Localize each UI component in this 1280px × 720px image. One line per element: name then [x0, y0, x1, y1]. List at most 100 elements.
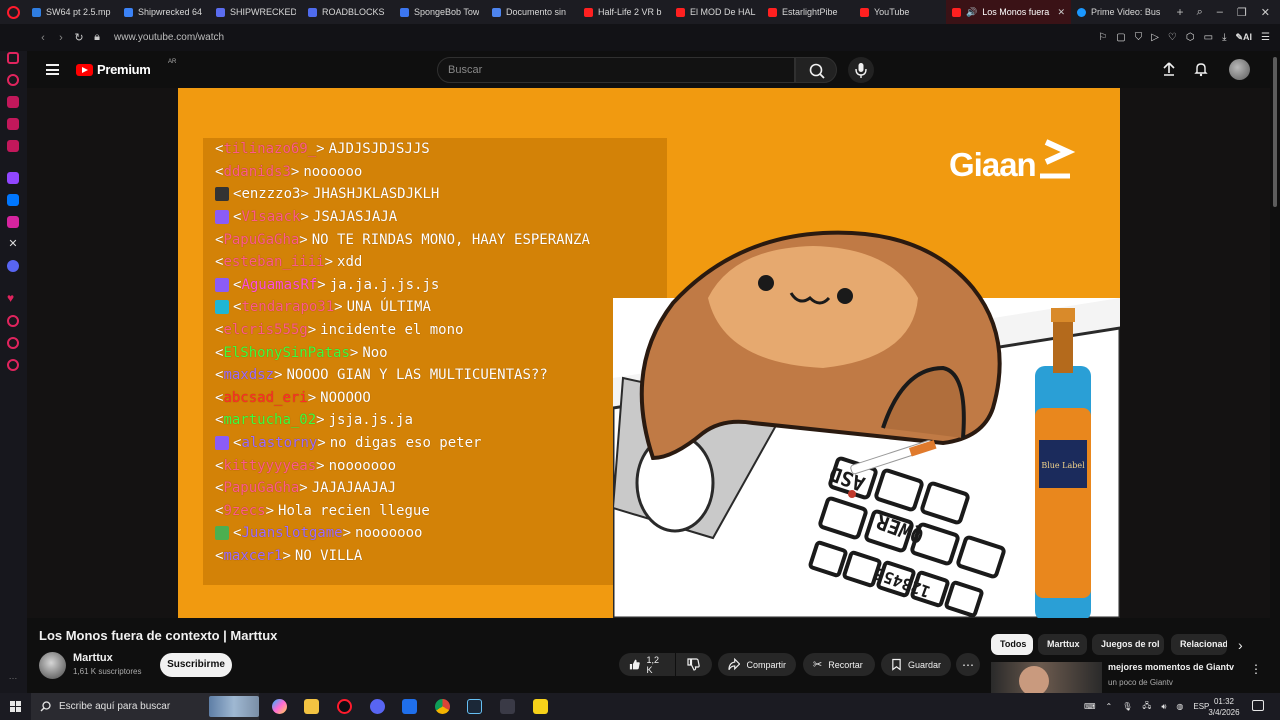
browser-tab[interactable]: Half-Life 2 VR b [578, 0, 670, 24]
sticky-notes-app-icon[interactable] [533, 699, 548, 714]
sidebar-video-icon[interactable] [7, 140, 19, 152]
clip-button[interactable]: ✂ Recortar [803, 653, 875, 676]
new-tab-button[interactable]: + [1171, 5, 1189, 19]
discord-icon[interactable] [7, 260, 19, 272]
guide-menu-icon[interactable] [46, 64, 59, 75]
browser-tab[interactable]: YouTube [854, 0, 946, 24]
account-avatar[interactable] [1229, 59, 1250, 80]
chat-text: NOOOOO [320, 389, 371, 406]
sidebar-messenger-icon[interactable] [7, 52, 19, 64]
like-button[interactable]: 1,2 K [619, 653, 675, 676]
media-app-icon[interactable] [402, 699, 417, 714]
keyboard-tray-icon[interactable]: ⌨ [1084, 702, 1096, 711]
calculator-app-icon[interactable] [500, 699, 515, 714]
subscribe-button[interactable]: Suscribirme [160, 653, 232, 677]
history-icon[interactable] [7, 315, 19, 327]
search-tabs-icon[interactable]: ⌕ [1197, 6, 1203, 19]
player-icon[interactable]: ▷ [1151, 32, 1159, 43]
close-tab-icon[interactable]: ✕ [1057, 7, 1065, 18]
discord-app-icon[interactable] [370, 699, 385, 714]
download-icon[interactable]: ⤓ [1222, 32, 1226, 43]
twitch-icon[interactable] [7, 172, 19, 184]
reload-button[interactable]: ↻ [70, 31, 88, 44]
microphone-tray-icon[interactable]: 🎙︎ [1122, 702, 1132, 711]
browser-tab[interactable]: SHIPWRECKED [210, 0, 302, 24]
sidebar-more-icon[interactable]: … [7, 671, 19, 683]
opera-logo-icon[interactable] [0, 0, 26, 24]
chip-marttux[interactable]: Marttux [1038, 634, 1087, 655]
recommendation-menu-icon[interactable]: ⋮ [1250, 662, 1262, 676]
save-button[interactable]: Guardar [881, 653, 951, 676]
browser-tab[interactable]: El MOD De HAL [670, 0, 762, 24]
chips-next-icon[interactable]: › [1238, 637, 1243, 653]
notifications-icon[interactable] [1252, 700, 1264, 711]
taskbar-search-input[interactable]: Escribe aquí para buscar [31, 693, 259, 720]
page-scrollbar[interactable] [1271, 51, 1280, 693]
settings-icon[interactable] [7, 359, 19, 371]
notifications-bell-icon[interactable] [1193, 61, 1209, 77]
ai-button[interactable]: ✎AI [1235, 32, 1252, 43]
youtube-premium-logo[interactable]: Premium AR [76, 59, 176, 77]
recommendation-thumbnail[interactable] [991, 662, 1102, 693]
forward-button[interactable]: › [52, 32, 70, 44]
share-button[interactable]: Compartir [718, 653, 796, 676]
speaker-icon[interactable]: 🔊 [966, 7, 977, 18]
network-icon[interactable]: 🖧︎ [1142, 700, 1151, 714]
browser-tab[interactable]: SW64 pt 2.5.mp [26, 0, 118, 24]
channel-avatar[interactable] [39, 652, 66, 679]
recommendation-title[interactable]: mejores momentos de Giantv [1108, 662, 1234, 672]
dislike-button[interactable] [676, 653, 712, 676]
steam-app-icon[interactable] [467, 699, 482, 714]
chip-juegos-de-rol[interactable]: Juegos de rol [1092, 634, 1164, 655]
channel-name[interactable]: Marttux [73, 652, 113, 664]
file-explorer-icon[interactable] [304, 699, 319, 714]
opera-gx-icon[interactable] [337, 699, 352, 714]
vk-icon[interactable] [7, 194, 19, 206]
instagram-icon[interactable] [7, 216, 19, 228]
chip-relacionado[interactable]: Relacionado [1171, 634, 1227, 655]
more-actions-button[interactable]: ⋯ [956, 653, 980, 676]
menu-icon[interactable]: ☰ [1261, 32, 1270, 43]
video-frame[interactable]: < tilinazo69_ > AJDJSJDJSJJS < ddanids3 > noooo… [178, 88, 1120, 618]
heart-icon[interactable]: ♥ [7, 292, 19, 304]
sidebar-bag-icon[interactable] [7, 96, 19, 108]
sidebar-reload-icon[interactable] [7, 74, 19, 86]
browser-tab[interactable]: Shipwrecked 64 [118, 0, 210, 24]
url-field[interactable]: www.youtube.com/watch [114, 32, 224, 43]
browser-tab[interactable]: ROADBLOCKS [302, 0, 394, 24]
browser-tab[interactable]: Documento sin [486, 0, 578, 24]
volume-icon[interactable]: 🔊︎ [1161, 702, 1166, 712]
site-security-icon[interactable]: 🔒︎ [88, 31, 106, 44]
bookmark-icon[interactable]: ⚐ [1098, 32, 1107, 43]
show-hidden-icons[interactable]: ⌃ [1106, 702, 1113, 711]
x-icon[interactable]: ✕ [7, 238, 19, 250]
tab-active[interactable]: 🔊 Los Monos fuera de co ✕ [946, 0, 1071, 24]
maximize-button[interactable]: ❐ [1237, 6, 1247, 19]
minimize-button[interactable]: – [1217, 6, 1223, 19]
snapshot-icon[interactable]: ▢ [1116, 32, 1125, 43]
voice-search-button[interactable] [848, 57, 874, 83]
copilot-app-icon[interactable] [272, 699, 287, 714]
wallet-icon[interactable]: ▭ [1204, 32, 1213, 43]
back-button[interactable]: ‹ [34, 32, 52, 44]
recommendation-channel[interactable]: un poco de Giantv [1108, 678, 1173, 687]
sidebar-chat-icon[interactable] [7, 118, 19, 130]
extensions-icon[interactable]: ⬡ [1186, 32, 1195, 43]
upload-icon[interactable] [1161, 61, 1177, 77]
chrome-app-icon[interactable] [435, 699, 450, 714]
search-button[interactable] [795, 57, 837, 83]
close-window-button[interactable]: ✕ [1261, 6, 1270, 19]
shield-icon[interactable]: ⛉ [1135, 32, 1143, 43]
video-player[interactable]: < tilinazo69_ > AJDJSJDJSJJS < ddanids3 > noooo… [27, 88, 1270, 618]
chat-message: < Juanslotgame > nooooooo [215, 522, 675, 545]
heart-icon[interactable]: ♡ [1168, 32, 1177, 43]
windows-start-icon[interactable] [10, 701, 21, 712]
taskbar-clock[interactable]: 01:32 3/4/2026 [1199, 696, 1249, 718]
pinboard-icon[interactable] [7, 337, 19, 349]
browser-tab[interactable]: EstarlightPibe [762, 0, 854, 24]
connectivity-icon[interactable]: ◍ [1176, 702, 1183, 711]
browser-tab[interactable]: SpongeBob Tow [394, 0, 486, 24]
tab-prime-video[interactable]: Prime Video: Bus [1071, 0, 1171, 24]
search-input[interactable]: Buscar [437, 57, 795, 83]
chip-todos[interactable]: Todos [991, 634, 1033, 655]
